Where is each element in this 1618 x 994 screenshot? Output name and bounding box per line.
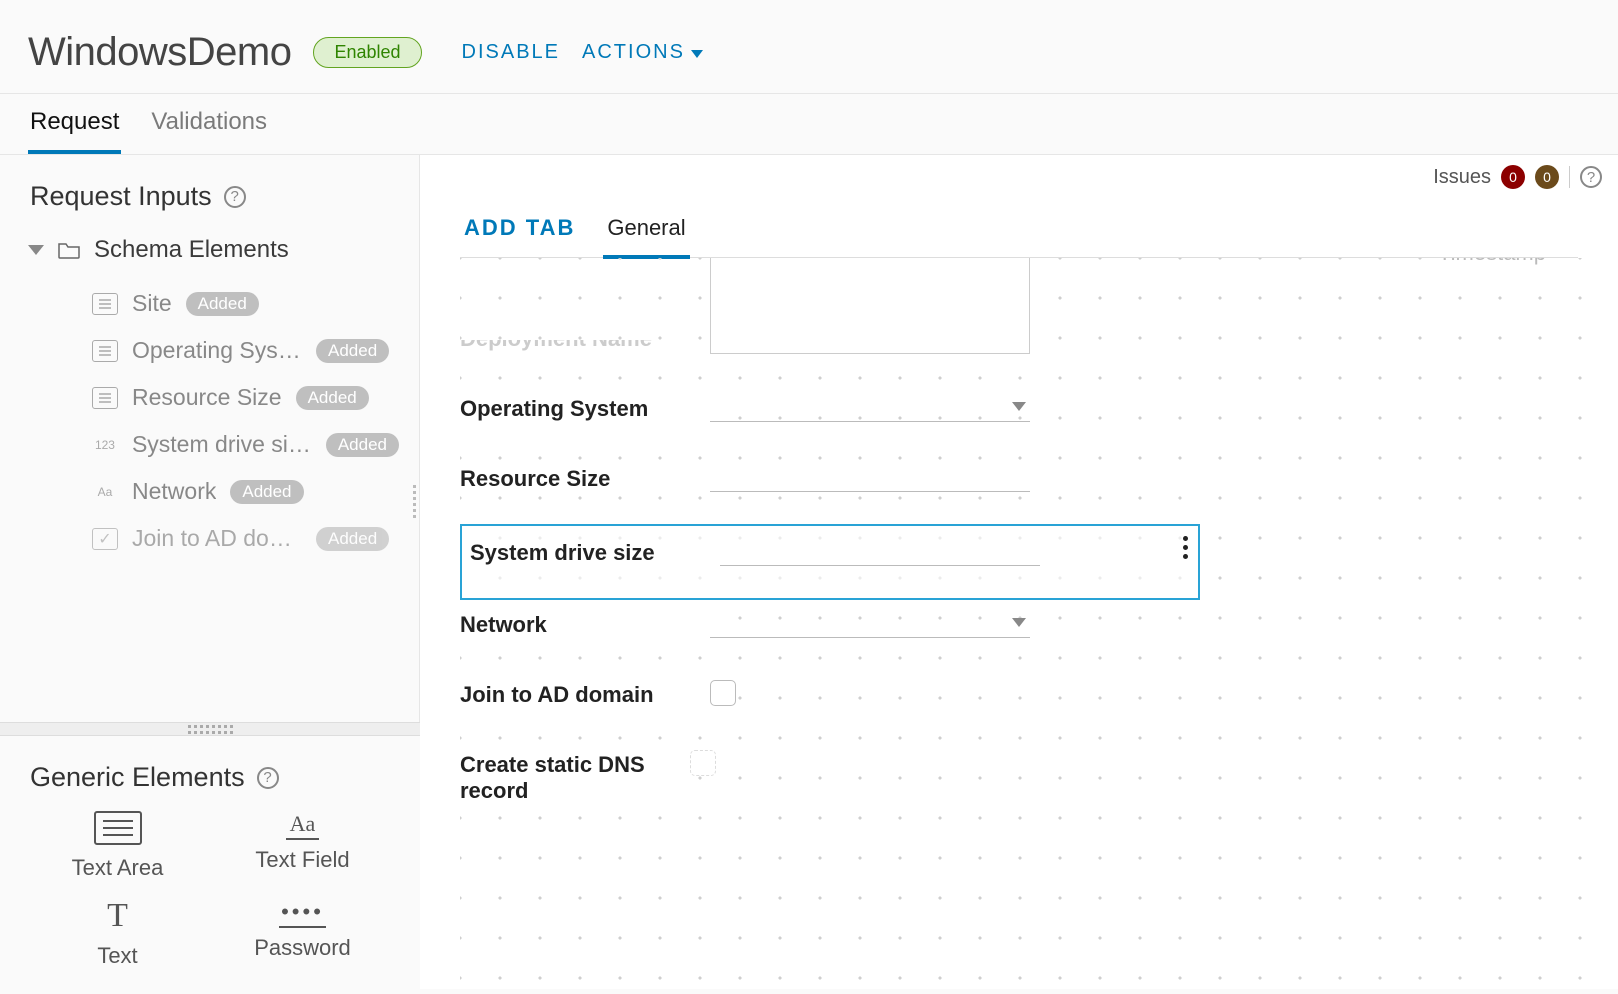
schema-tree: Schema Elements Site Added Operating Sys… [0, 230, 419, 562]
generic-elements-panel: Generic Elements ? Text Area Aa Text Fie… [0, 736, 420, 989]
textarea-icon [94, 811, 142, 845]
added-badge: Added [296, 386, 369, 410]
schema-item-site[interactable]: Site Added [92, 280, 399, 327]
select-input[interactable] [710, 464, 1030, 492]
kebab-icon [1183, 536, 1188, 559]
field-label: Resource Size [460, 464, 710, 494]
list-icon [92, 340, 118, 362]
help-icon[interactable]: ? [257, 767, 279, 789]
actions-dropdown[interactable]: Actions [582, 41, 703, 64]
field-label: Operating System [460, 394, 710, 424]
generic-password[interactable]: •••• Password [215, 899, 390, 969]
tree-item-label: Resource Size [132, 384, 282, 411]
form-tab-bar: Add Tab General [460, 205, 1578, 258]
request-inputs-title: Request Inputs ? [0, 155, 419, 230]
field-label: Network [460, 610, 710, 640]
password-icon: •••• [279, 899, 326, 925]
list-icon [92, 293, 118, 315]
generic-elements-label: Generic Elements [30, 762, 245, 793]
schema-item-resource-size[interactable]: Resource Size Added [92, 374, 399, 421]
schema-item-system-drive[interactable]: 123 System drive size Added [92, 421, 399, 468]
actions-label: Actions [582, 41, 685, 64]
caret-down-icon [28, 245, 44, 255]
list-icon [92, 387, 118, 409]
left-panel: Request Inputs ? Schema Elements Site Ad… [0, 155, 420, 989]
form-canvas-panel: Issues 0 0 ? Add Tab General Deployment … [420, 155, 1618, 989]
field-timestamp-ghost: Timestamp [1434, 258, 1550, 266]
added-badge: Added [326, 433, 399, 457]
checkbox-input[interactable] [690, 750, 716, 776]
textfield-icon: Aa [286, 811, 320, 837]
field-label: Join to AD domain [460, 680, 710, 710]
schema-item-os[interactable]: Operating Syste… Added [92, 327, 399, 374]
tab-request[interactable]: Request [28, 94, 121, 154]
schema-elements-root[interactable]: Schema Elements [20, 230, 399, 270]
field-network[interactable]: Network [460, 604, 1610, 666]
schema-item-join-ad[interactable]: ✓ Join to AD dom… Added [92, 515, 399, 562]
issues-label: Issues [1433, 166, 1491, 189]
number-input[interactable] [720, 538, 1040, 566]
number-icon: 123 [92, 434, 118, 456]
field-actions-menu[interactable] [1183, 536, 1188, 559]
added-badge: Added [316, 339, 389, 363]
schema-elements-label: Schema Elements [94, 236, 289, 264]
request-inputs-label: Request Inputs [30, 181, 212, 212]
field-label: Create static DNS record [460, 750, 690, 806]
chevron-down-icon [1012, 402, 1026, 411]
tree-item-label: System drive size [132, 431, 312, 458]
field-create-dns[interactable]: Create static DNS record [460, 736, 1610, 832]
tree-item-label: Operating Syste… [132, 337, 302, 364]
page-header: WindowsDemo Enabled Disable Actions [0, 0, 1618, 94]
select-input[interactable] [710, 394, 1030, 422]
page-title: WindowsDemo [28, 30, 291, 75]
chevron-down-icon [691, 50, 703, 58]
schema-item-network[interactable]: Aa Network Added [92, 468, 399, 515]
text-icon: T [107, 899, 128, 933]
field-system-drive-size-selected[interactable]: System drive size [460, 524, 1200, 600]
select-input[interactable] [710, 610, 1030, 638]
tree-item-label: Network [132, 478, 216, 505]
generic-text[interactable]: T Text [30, 899, 205, 969]
added-badge: Added [316, 527, 389, 551]
checkbox-icon: ✓ [92, 528, 118, 550]
generic-elements-title: Generic Elements ? [0, 736, 420, 811]
tree-item-label: Site [132, 290, 172, 317]
main-area: Request Inputs ? Schema Elements Site Ad… [0, 155, 1618, 989]
primary-tab-bar: Request Validations [0, 94, 1618, 155]
tab-validations[interactable]: Validations [149, 94, 269, 154]
chevron-down-icon [1012, 618, 1026, 627]
field-label: Deployment Name [460, 340, 710, 354]
issues-bar: Issues 0 0 ? [1433, 165, 1602, 189]
added-badge: Added [186, 292, 259, 316]
checkbox-input[interactable] [710, 680, 736, 706]
textarea-input[interactable] [710, 258, 1030, 354]
generic-item-label: Password [254, 935, 351, 961]
generic-item-label: Text Area [72, 855, 164, 881]
generic-text-area[interactable]: Text Area [30, 811, 205, 881]
warning-count-badge[interactable]: 0 [1535, 165, 1559, 189]
divider [1569, 166, 1570, 188]
help-icon[interactable]: ? [224, 186, 246, 208]
field-label: System drive size [470, 538, 720, 568]
field-resource-size[interactable]: Resource Size [460, 450, 1610, 520]
disable-button[interactable]: Disable [462, 41, 560, 64]
added-badge: Added [230, 480, 303, 504]
field-deployment-name[interactable]: Deployment Name Timestamp [460, 258, 1610, 380]
add-tab-button[interactable]: Add Tab [460, 205, 579, 257]
status-enabled-pill: Enabled [313, 37, 421, 68]
help-icon[interactable]: ? [1580, 166, 1602, 188]
horizontal-resize-handle[interactable] [0, 722, 420, 736]
tree-item-label: Join to AD dom… [132, 525, 302, 552]
field-operating-system[interactable]: Operating System [460, 380, 1610, 450]
generic-item-label: Text Field [255, 847, 349, 873]
generic-item-label: Text [97, 943, 137, 969]
vertical-resize-handle[interactable] [413, 485, 420, 535]
folder-icon [58, 241, 80, 259]
generic-text-field[interactable]: Aa Text Field [215, 811, 390, 881]
tab-general[interactable]: General [603, 205, 689, 259]
form-canvas[interactable]: Deployment Name Timestamp Operating Syst… [460, 258, 1610, 832]
error-count-badge[interactable]: 0 [1501, 165, 1525, 189]
field-join-ad[interactable]: Join to AD domain [460, 666, 1610, 736]
text-icon: Aa [92, 481, 118, 503]
